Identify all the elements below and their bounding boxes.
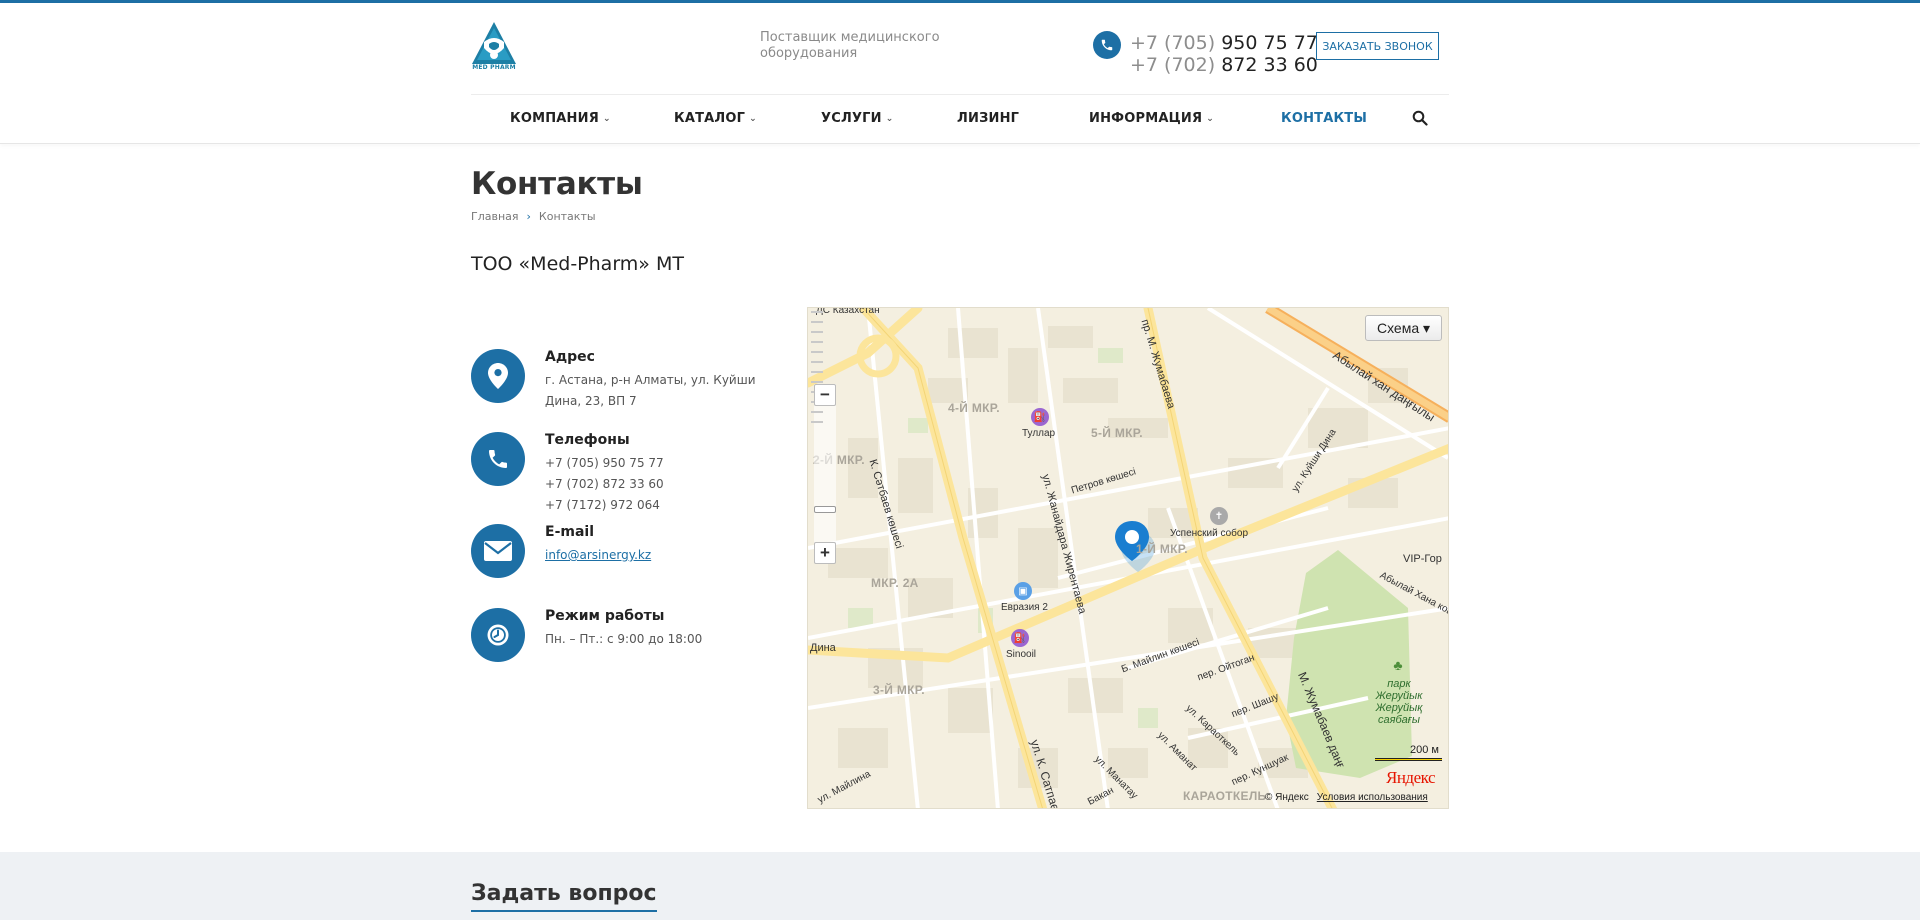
zoom-out-button[interactable]: − <box>814 384 836 406</box>
header-phone-2[interactable]: +7 (702) 872 33 60 <box>1130 54 1318 76</box>
ask-question-section <box>0 852 1920 920</box>
contact-hours: Режим работы Пн. – Пт.: с 9:00 до 18:00 <box>471 608 771 668</box>
search-icon[interactable] <box>1412 110 1428 126</box>
yandex-logo-text: Яндекс <box>1386 768 1436 787</box>
address-title: Адрес <box>545 349 595 365</box>
fuel-icon[interactable]: ⛽ <box>1031 408 1049 426</box>
poi-label: Туллар <box>1022 428 1056 439</box>
callback-button[interactable]: ЗАКАЗАТЬ ЗВОНОК <box>1316 32 1439 60</box>
chevron-down-icon: ⌄ <box>749 114 757 124</box>
hours-text: Пн. – Пт.: с 9:00 до 18:00 <box>545 632 703 646</box>
yandex-logo[interactable]: Яндекс <box>1386 768 1436 788</box>
street-label: Дина <box>810 642 836 654</box>
page-title: Контакты <box>471 166 643 202</box>
yandex-map[interactable]: К. Сәтбаев көшесі пр. М. Жумабаева Абыла… <box>807 307 1449 809</box>
phones-title: Телефоны <box>545 432 630 448</box>
email-text: info@arsinergy.kz <box>545 545 760 566</box>
nav-item-company[interactable]: КОМПАНИЯ ⌄ <box>510 111 611 126</box>
email-title: E-mail <box>545 524 595 540</box>
map-scale-bar <box>1375 758 1442 761</box>
zoom-in-button[interactable]: + <box>814 542 836 564</box>
street-label: VIP-Гор <box>1403 553 1442 565</box>
poi-label: Sinooil <box>1006 649 1037 660</box>
district-label: 5-Й МКР. <box>1091 426 1143 440</box>
contact-email: E-mail info@arsinergy.kz <box>471 524 771 584</box>
map-copyright: © Яндекс Условия использования <box>1265 792 1428 803</box>
poi-label: Евразия 2 <box>1001 602 1048 613</box>
clock-icon <box>471 608 525 662</box>
logo-text: MED PHARM <box>472 64 516 71</box>
breadcrumb-home[interactable]: Главная <box>471 210 519 223</box>
nav-item-leasing[interactable]: ЛИЗИНГ <box>957 111 1019 126</box>
park-label: парк Жеруйык Жеруйық саябағы <box>1375 678 1423 726</box>
breadcrumb-current: Контакты <box>538 210 596 223</box>
zoom-scale[interactable] <box>808 308 826 426</box>
shopping-bag-icon[interactable]: ▣ <box>1014 582 1032 600</box>
poi-label: Успенский собор <box>1170 528 1249 539</box>
map-scale-label: 200 м <box>1410 744 1439 756</box>
map-tiles <box>808 308 1448 808</box>
nav-item-services[interactable]: УСЛУГИ ⌄ <box>821 111 894 126</box>
header-phones: +7 (705) 950 75 77 +7 (702) 872 33 60 <box>1130 32 1318 76</box>
envelope-icon <box>471 524 525 578</box>
district-label: 3-Й МКР. <box>873 683 925 697</box>
company-name: ТОО «Med-Pharm» MT <box>471 253 684 275</box>
map-type-button[interactable]: Схема ▾ <box>1365 315 1442 341</box>
chevron-down-icon: ⌄ <box>602 114 611 124</box>
address-text: г. Астана, р-н Алматы, ул. Куйши Дина, 2… <box>545 373 756 408</box>
nav-item-information[interactable]: ИНФОРМАЦИЯ ⌄ <box>1089 111 1214 126</box>
nav-item-contacts[interactable]: КОНТАКТЫ <box>1281 111 1367 126</box>
district-label: МКР. 2А <box>871 576 919 590</box>
contact-address: Адрес г. Астана, р-н Алматы, ул. Куйши Д… <box>471 349 771 419</box>
district-label: 4-Й МКР. <box>948 401 1000 415</box>
header-phone-1[interactable]: +7 (705) 950 75 77 <box>1130 32 1318 54</box>
chevron-right-icon: › <box>526 210 531 223</box>
phone-line[interactable]: +7 (705) 950 75 77 <box>545 453 760 474</box>
zoom-slider-handle[interactable] <box>814 506 836 513</box>
district-label: 1-Й МКР. <box>1136 542 1188 556</box>
tree-icon: ♣ <box>1393 657 1403 673</box>
main-nav: КОМПАНИЯ ⌄ КАТАЛОГ ⌄ УСЛУГИ ⌄ ЛИЗИНГ ИНФОРМ… <box>471 96 1449 142</box>
email-link[interactable]: info@arsinergy.kz <box>545 548 651 562</box>
location-pin-icon <box>471 349 525 403</box>
chevron-down-icon: ⌄ <box>885 114 894 124</box>
phone-line[interactable]: +7 (702) 872 33 60 <box>545 474 760 495</box>
nav-divider <box>471 94 1449 95</box>
hours-title: Режим работы <box>545 608 665 624</box>
chevron-down-icon: ⌄ <box>1206 114 1214 124</box>
church-icon[interactable]: ✝ <box>1210 507 1228 525</box>
phone-line[interactable]: +7 (7172) 972 064 <box>545 495 760 516</box>
ask-question-title: Задать вопрос <box>471 881 657 912</box>
district-label: КАРАОТКЕЛЬ <box>1183 789 1267 803</box>
fuel-icon[interactable]: ⛽ <box>1011 629 1029 647</box>
nav-item-catalog[interactable]: КАТАЛОГ ⌄ <box>674 111 757 126</box>
phones-list: +7 (705) 950 75 77 +7 (702) 872 33 60 +7… <box>545 453 760 516</box>
phone-icon <box>1093 31 1121 59</box>
phone-icon <box>471 432 525 486</box>
header-tagline: Поставщик медицинского оборудования <box>760 30 940 61</box>
contact-phones: Телефоны +7 (705) 950 75 77 +7 (702) 872… <box>471 432 771 512</box>
breadcrumb: Главная › Контакты <box>471 210 596 223</box>
terms-link[interactable]: Условия использования <box>1317 792 1428 803</box>
